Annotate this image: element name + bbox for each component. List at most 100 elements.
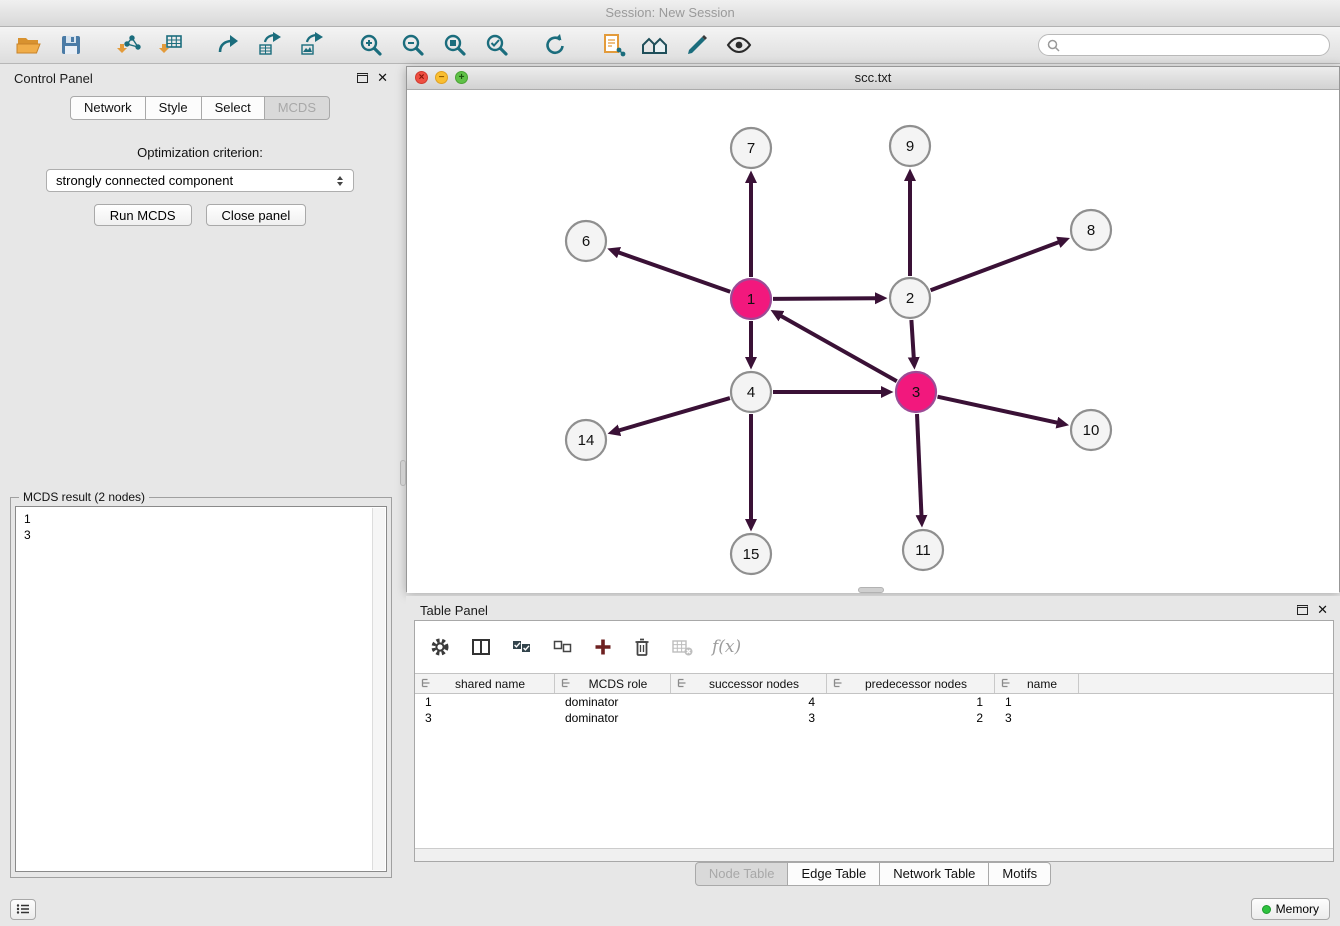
table-cell[interactable]: 3	[995, 710, 1079, 726]
optimization-criterion-label: Optimization criterion:	[0, 145, 400, 160]
import-network-icon[interactable]	[113, 29, 145, 61]
graph-node[interactable]: 1	[731, 279, 771, 319]
graph-edge[interactable]	[619, 398, 730, 430]
graph-node[interactable]: 15	[731, 534, 771, 574]
tab-network[interactable]: Network	[70, 96, 146, 120]
open-folder-icon[interactable]	[13, 29, 45, 61]
mcds-result-list[interactable]: 13	[15, 506, 387, 872]
close-panel-button[interactable]: Close panel	[206, 204, 307, 226]
network-view-window: × − + scc.txt 7 9 6 8 1 2 4 3 14 10 15 11	[406, 66, 1340, 592]
zoom-button[interactable]: +	[455, 71, 468, 84]
status-bar: Memory	[0, 892, 1340, 926]
column-header-name[interactable]: name	[995, 674, 1079, 693]
svg-text:14: 14	[578, 432, 595, 449]
select-all-icon[interactable]	[511, 637, 533, 657]
zoom-out-icon[interactable]	[397, 29, 429, 61]
graph-edge[interactable]	[917, 414, 922, 516]
show-hide-icon[interactable]	[723, 29, 755, 61]
column-header-predecessor-nodes[interactable]: predecessor nodes	[827, 674, 995, 693]
new-network-from-selection-icon[interactable]	[597, 29, 629, 61]
tab-edge-table[interactable]: Edge Table	[787, 862, 880, 886]
list-icon	[16, 903, 30, 915]
graph-edge[interactable]	[931, 242, 1060, 290]
delete-column-icon[interactable]	[632, 636, 652, 658]
table-cell[interactable]: 3	[415, 710, 555, 726]
close-table-panel-icon[interactable]: ✕	[1317, 604, 1328, 616]
table-cell[interactable]: 2	[827, 710, 995, 726]
vertical-splitter-handle[interactable]	[400, 460, 406, 486]
svg-text:3: 3	[912, 384, 920, 401]
table-cell[interactable]: 3	[671, 710, 827, 726]
tab-mcds[interactable]: MCDS	[264, 96, 330, 120]
graph-edge[interactable]	[773, 298, 876, 299]
tab-select[interactable]: Select	[201, 96, 265, 120]
import-table-icon[interactable]	[155, 29, 187, 61]
table-cell[interactable]: dominator	[555, 694, 671, 710]
network-window-titlebar[interactable]: × − + scc.txt	[407, 67, 1339, 90]
graph-node[interactable]: 8	[1071, 210, 1111, 250]
column-header-mcds-role[interactable]: MCDS role	[555, 674, 671, 693]
svg-text:6: 6	[582, 233, 590, 250]
tab-network-table[interactable]: Network Table	[879, 862, 989, 886]
graph-node[interactable]: 7	[731, 128, 771, 168]
export-network-icon[interactable]	[213, 29, 245, 61]
table-cell[interactable]: 1	[415, 694, 555, 710]
table-row[interactable]: 1dominator411	[415, 694, 1333, 710]
export-table-icon[interactable]	[255, 29, 287, 61]
minimize-button[interactable]: −	[435, 71, 448, 84]
table-cell[interactable]: 4	[671, 694, 827, 710]
style-brush-icon[interactable]	[681, 29, 713, 61]
float-panel-icon[interactable]	[357, 73, 368, 83]
zoom-fit-icon[interactable]	[439, 29, 471, 61]
graph-node[interactable]: 10	[1071, 410, 1111, 450]
graph-node[interactable]: 9	[890, 126, 930, 166]
control-panel: Control Panel ✕ NetworkStyleSelectMCDS O…	[0, 64, 400, 892]
export-image-icon[interactable]	[297, 29, 329, 61]
graph-node[interactable]: 2	[890, 278, 930, 318]
tab-style[interactable]: Style	[145, 96, 202, 120]
float-table-panel-icon[interactable]	[1297, 605, 1308, 615]
table-horizontal-scrollbar[interactable]	[415, 848, 1333, 861]
search-box[interactable]	[1038, 34, 1330, 56]
table-cell[interactable]: 1	[995, 694, 1079, 710]
zoom-selected-icon[interactable]	[481, 29, 513, 61]
graph-edge[interactable]	[781, 316, 897, 382]
graph-node[interactable]: 11	[903, 530, 943, 570]
graph-node[interactable]: 6	[566, 221, 606, 261]
unselect-all-icon[interactable]	[552, 637, 574, 657]
graph-edge[interactable]	[938, 397, 1058, 423]
tab-motifs[interactable]: Motifs	[988, 862, 1051, 886]
columns-icon[interactable]	[470, 636, 492, 658]
table-row[interactable]: 3dominator323	[415, 710, 1333, 726]
close-panel-icon[interactable]: ✕	[377, 72, 388, 84]
graph-edge[interactable]	[911, 320, 913, 358]
table-cell[interactable]: dominator	[555, 710, 671, 726]
delete-table-icon[interactable]	[671, 637, 693, 657]
first-neighbors-icon[interactable]	[639, 29, 671, 61]
column-header-shared-name[interactable]: shared name	[415, 674, 555, 693]
task-history-button[interactable]	[10, 899, 36, 920]
horizontal-splitter-handle[interactable]	[858, 587, 884, 593]
tab-node-table[interactable]: Node Table	[695, 862, 789, 886]
zoom-in-icon[interactable]	[355, 29, 387, 61]
add-column-icon[interactable]	[593, 637, 613, 657]
column-header-successor-nodes[interactable]: successor nodes	[671, 674, 827, 693]
result-scrollbar[interactable]	[372, 508, 385, 870]
memory-button[interactable]: Memory	[1251, 898, 1330, 920]
optimization-criterion-select[interactable]: strongly connected component	[46, 169, 354, 192]
graph-node[interactable]: 4	[731, 372, 771, 412]
graph-edge[interactable]	[618, 252, 730, 291]
run-mcds-button[interactable]: Run MCDS	[94, 204, 192, 226]
function-builder-icon[interactable]: f(x)	[712, 637, 741, 657]
graph-node[interactable]: 3	[896, 372, 936, 412]
network-canvas[interactable]: 7 9 6 8 1 2 4 3 14 10 15 11	[407, 90, 1339, 593]
search-input[interactable]	[1066, 37, 1321, 53]
mcds-result-title: MCDS result (2 nodes)	[19, 490, 149, 504]
gear-icon[interactable]	[429, 636, 451, 658]
close-button[interactable]: ×	[415, 71, 428, 84]
svg-text:9: 9	[906, 138, 914, 155]
table-cell[interactable]: 1	[827, 694, 995, 710]
refresh-icon[interactable]	[539, 29, 571, 61]
graph-node[interactable]: 14	[566, 420, 606, 460]
save-icon[interactable]	[55, 29, 87, 61]
